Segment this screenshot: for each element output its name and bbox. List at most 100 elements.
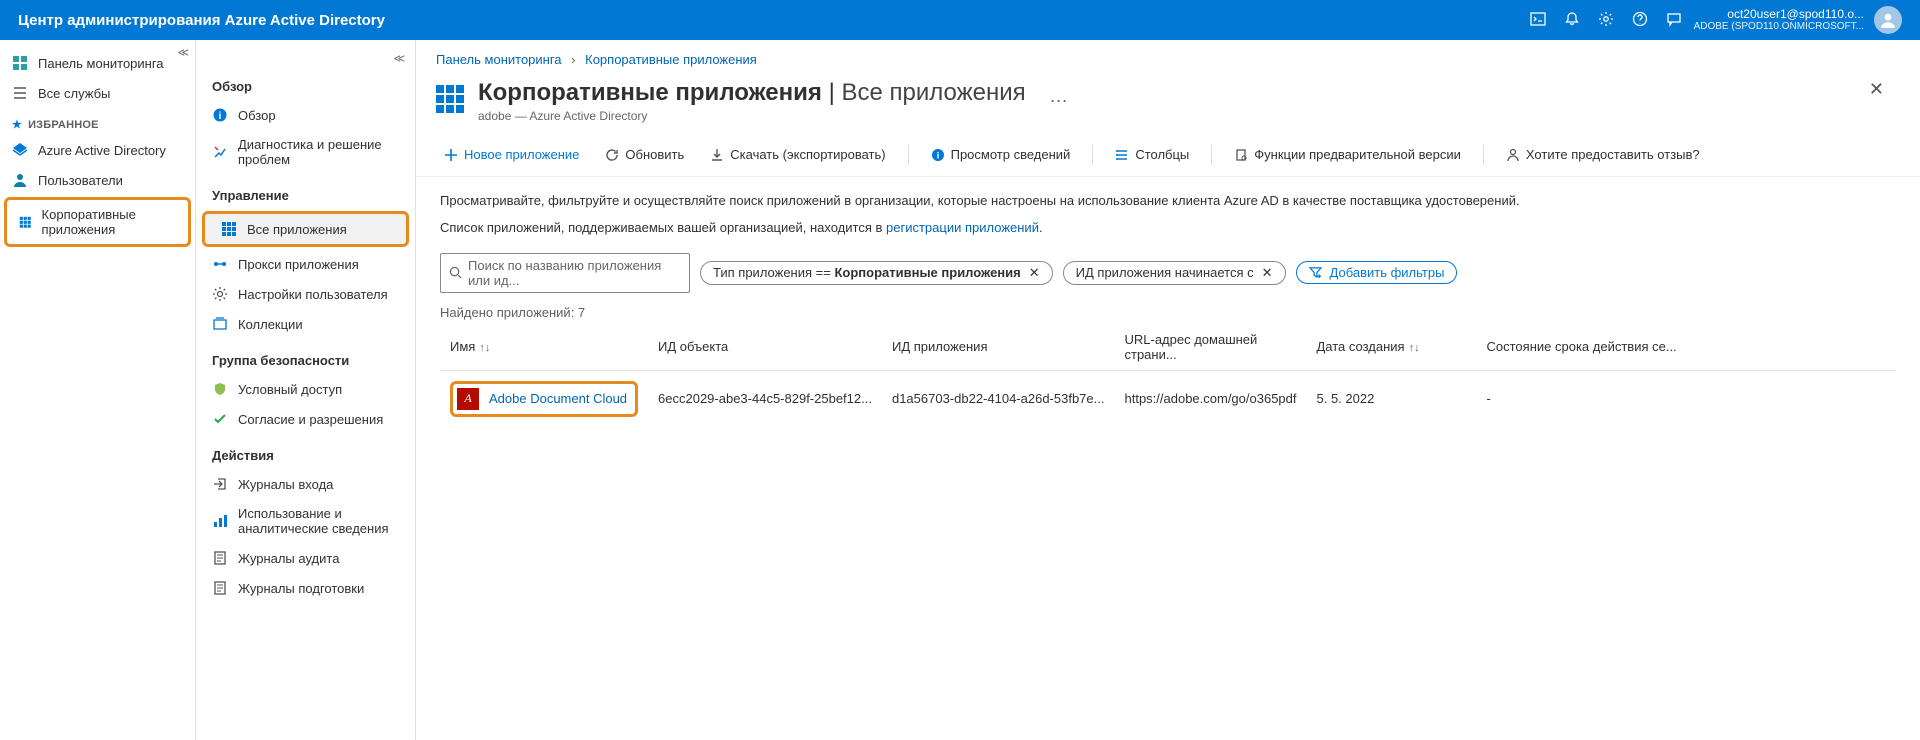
signin-icon xyxy=(212,476,228,492)
remove-filter-icon[interactable]: ✕ xyxy=(1029,265,1040,281)
page-title: Корпоративные приложения | Все приложени… xyxy=(478,79,1026,107)
sec-item-provisioning-logs[interactable]: Журналы подготовки xyxy=(196,573,415,603)
feedback-icon[interactable] xyxy=(1666,11,1682,30)
sec-item-user-settings[interactable]: Настройки пользователя xyxy=(196,279,415,309)
diagnose-icon xyxy=(212,144,228,160)
collections-icon xyxy=(212,316,228,332)
app-registrations-link[interactable]: регистрации приложений xyxy=(886,220,1039,235)
sidebar-item-label: Пользователи xyxy=(38,173,123,188)
dashboard-icon xyxy=(12,55,28,71)
sidebar-item-all-services[interactable]: Все службы xyxy=(0,78,195,108)
primary-sidebar: ≪ Панель мониторинга Все службы ★ИЗБРАНН… xyxy=(0,40,196,740)
help-icon[interactable] xyxy=(1632,11,1648,30)
info-icon: i xyxy=(212,107,228,123)
columns-button[interactable]: Столбцы xyxy=(1107,143,1197,166)
sec-heading-manage: Управление xyxy=(196,174,415,209)
sidebar-item-aad[interactable]: Azure Active Directory xyxy=(0,135,195,165)
plus-icon xyxy=(444,148,458,162)
user-icon xyxy=(12,172,28,188)
page-icon xyxy=(436,85,464,113)
svg-text:i: i xyxy=(219,111,222,122)
col-app-id[interactable]: ИД приложения xyxy=(882,324,1115,371)
user-block[interactable]: oct20user1@spod110.o... ADOBE (SPOD110.O… xyxy=(1694,7,1864,33)
filter-pill-app-id[interactable]: ИД приложения начинается с ✕ xyxy=(1063,261,1286,285)
secondary-collapse-icon[interactable]: ≪ xyxy=(196,52,415,65)
result-count: Найдено приложений: 7 xyxy=(416,299,1920,324)
sort-icon: ↑↓ xyxy=(479,342,490,354)
sec-item-overview[interactable]: i Обзор xyxy=(196,100,415,130)
sec-item-label: Использование и аналитические сведения xyxy=(238,506,399,536)
sec-heading-overview: Обзор xyxy=(196,65,415,100)
filter-pill-app-type[interactable]: Тип приложения == Корпоративные приложен… xyxy=(700,261,1053,285)
sec-item-label: Согласие и разрешения xyxy=(238,412,383,427)
feedback-person-icon xyxy=(1506,148,1520,162)
main-content: Панель мониторинга › Корпоративные прило… xyxy=(416,40,1920,740)
preview-features-button[interactable]: Функции предварительной версии xyxy=(1226,143,1469,166)
sidebar-item-label: Все службы xyxy=(38,86,110,101)
table-header-row: Имя↑↓ ИД объекта ИД приложения URL-адрес… xyxy=(440,324,1896,371)
remove-filter-icon[interactable]: ✕ xyxy=(1262,265,1273,281)
sec-item-consent[interactable]: Согласие и разрешения xyxy=(196,404,415,434)
user-tenant: ADOBE (SPOD110.ONMICROSOFT... xyxy=(1694,21,1864,33)
console-icon[interactable] xyxy=(1530,11,1546,30)
info-badge-icon: i xyxy=(931,148,945,162)
preview-info-button[interactable]: i Просмотр сведений xyxy=(923,143,1079,166)
avatar[interactable] xyxy=(1874,6,1902,34)
sec-item-label: Журналы подготовки xyxy=(238,581,364,596)
svg-text:i: i xyxy=(936,150,939,160)
feedback-button[interactable]: Хотите предоставить отзыв? xyxy=(1498,143,1708,166)
sec-heading-security: Группа безопасности xyxy=(196,339,415,374)
breadcrumb-link[interactable]: Корпоративные приложения xyxy=(585,52,757,67)
download-icon xyxy=(710,148,724,162)
conditional-icon xyxy=(212,381,228,397)
app-name-link[interactable]: Adobe Document Cloud xyxy=(489,391,627,406)
toolbar-separator xyxy=(1483,145,1484,165)
close-icon[interactable]: ✕ xyxy=(1869,79,1884,100)
col-cert[interactable]: Состояние срока действия се... xyxy=(1477,324,1897,371)
sidebar-item-dashboard[interactable]: Панель мониторинга xyxy=(0,48,195,78)
refresh-button[interactable]: Обновить xyxy=(597,143,692,166)
toolbar-separator xyxy=(908,145,909,165)
sec-item-app-proxy[interactable]: Прокси приложения xyxy=(196,249,415,279)
page-subtitle: adobe — Azure Active Directory xyxy=(478,109,1026,123)
cell-app-id: d1a56703-db22-4104-a26d-53fb7e... xyxy=(882,370,1115,427)
adobe-logo-icon: A xyxy=(457,388,479,410)
sidebar-item-label: Azure Active Directory xyxy=(38,143,166,158)
sec-item-all-apps[interactable]: Все приложения xyxy=(202,211,409,247)
col-object-id[interactable]: ИД объекта xyxy=(648,324,882,371)
sidebar-item-label: Панель мониторинга xyxy=(38,56,164,71)
flask-icon xyxy=(1234,148,1248,162)
sidebar-item-enterprise-apps[interactable]: Корпоративные приложения xyxy=(4,197,191,247)
new-app-button[interactable]: Новое приложение xyxy=(436,143,587,166)
table-row[interactable]: A Adobe Document Cloud 6ecc2029-abe3-44c… xyxy=(440,370,1896,427)
cell-object-id: 6ecc2029-abe3-44c5-829f-25bef12... xyxy=(648,370,882,427)
provisioning-icon xyxy=(212,580,228,596)
col-created[interactable]: Дата создания↑↓ xyxy=(1307,324,1477,371)
sec-item-conditional-access[interactable]: Условный доступ xyxy=(196,374,415,404)
search-input[interactable]: Поиск по названию приложения или ид... xyxy=(440,253,690,293)
col-url[interactable]: URL-адрес домашней страни... xyxy=(1114,324,1306,371)
top-header: Центр администрирования Azure Active Dir… xyxy=(0,0,1920,40)
sec-item-diagnose[interactable]: Диагностика и решение проблем xyxy=(196,130,415,174)
add-filter-button[interactable]: Добавить фильтры xyxy=(1296,261,1458,284)
list-icon xyxy=(12,85,28,101)
apps-icon xyxy=(19,214,32,230)
sec-item-label: Коллекции xyxy=(238,317,303,332)
sidebar-item-users[interactable]: Пользователи xyxy=(0,165,195,195)
sec-item-label: Обзор xyxy=(238,108,276,123)
download-button[interactable]: Скачать (экспортировать) xyxy=(702,143,893,166)
chart-icon xyxy=(212,513,228,529)
notification-icon[interactable] xyxy=(1564,11,1580,30)
sec-item-collections[interactable]: Коллекции xyxy=(196,309,415,339)
sec-item-audit-logs[interactable]: Журналы аудита xyxy=(196,543,415,573)
sec-item-signin-logs[interactable]: Журналы входа xyxy=(196,469,415,499)
sidebar-collapse-icon[interactable]: ≪ xyxy=(177,46,189,59)
settings-icon[interactable] xyxy=(1598,11,1614,30)
breadcrumb-link[interactable]: Панель мониторинга xyxy=(436,52,562,67)
sec-item-label: Настройки пользователя xyxy=(238,287,388,302)
col-name[interactable]: Имя↑↓ xyxy=(440,324,648,371)
columns-icon xyxy=(1115,148,1129,162)
audit-icon xyxy=(212,550,228,566)
more-icon[interactable]: ⋯ xyxy=(1050,91,1068,112)
sec-item-usage[interactable]: Использование и аналитические сведения xyxy=(196,499,415,543)
